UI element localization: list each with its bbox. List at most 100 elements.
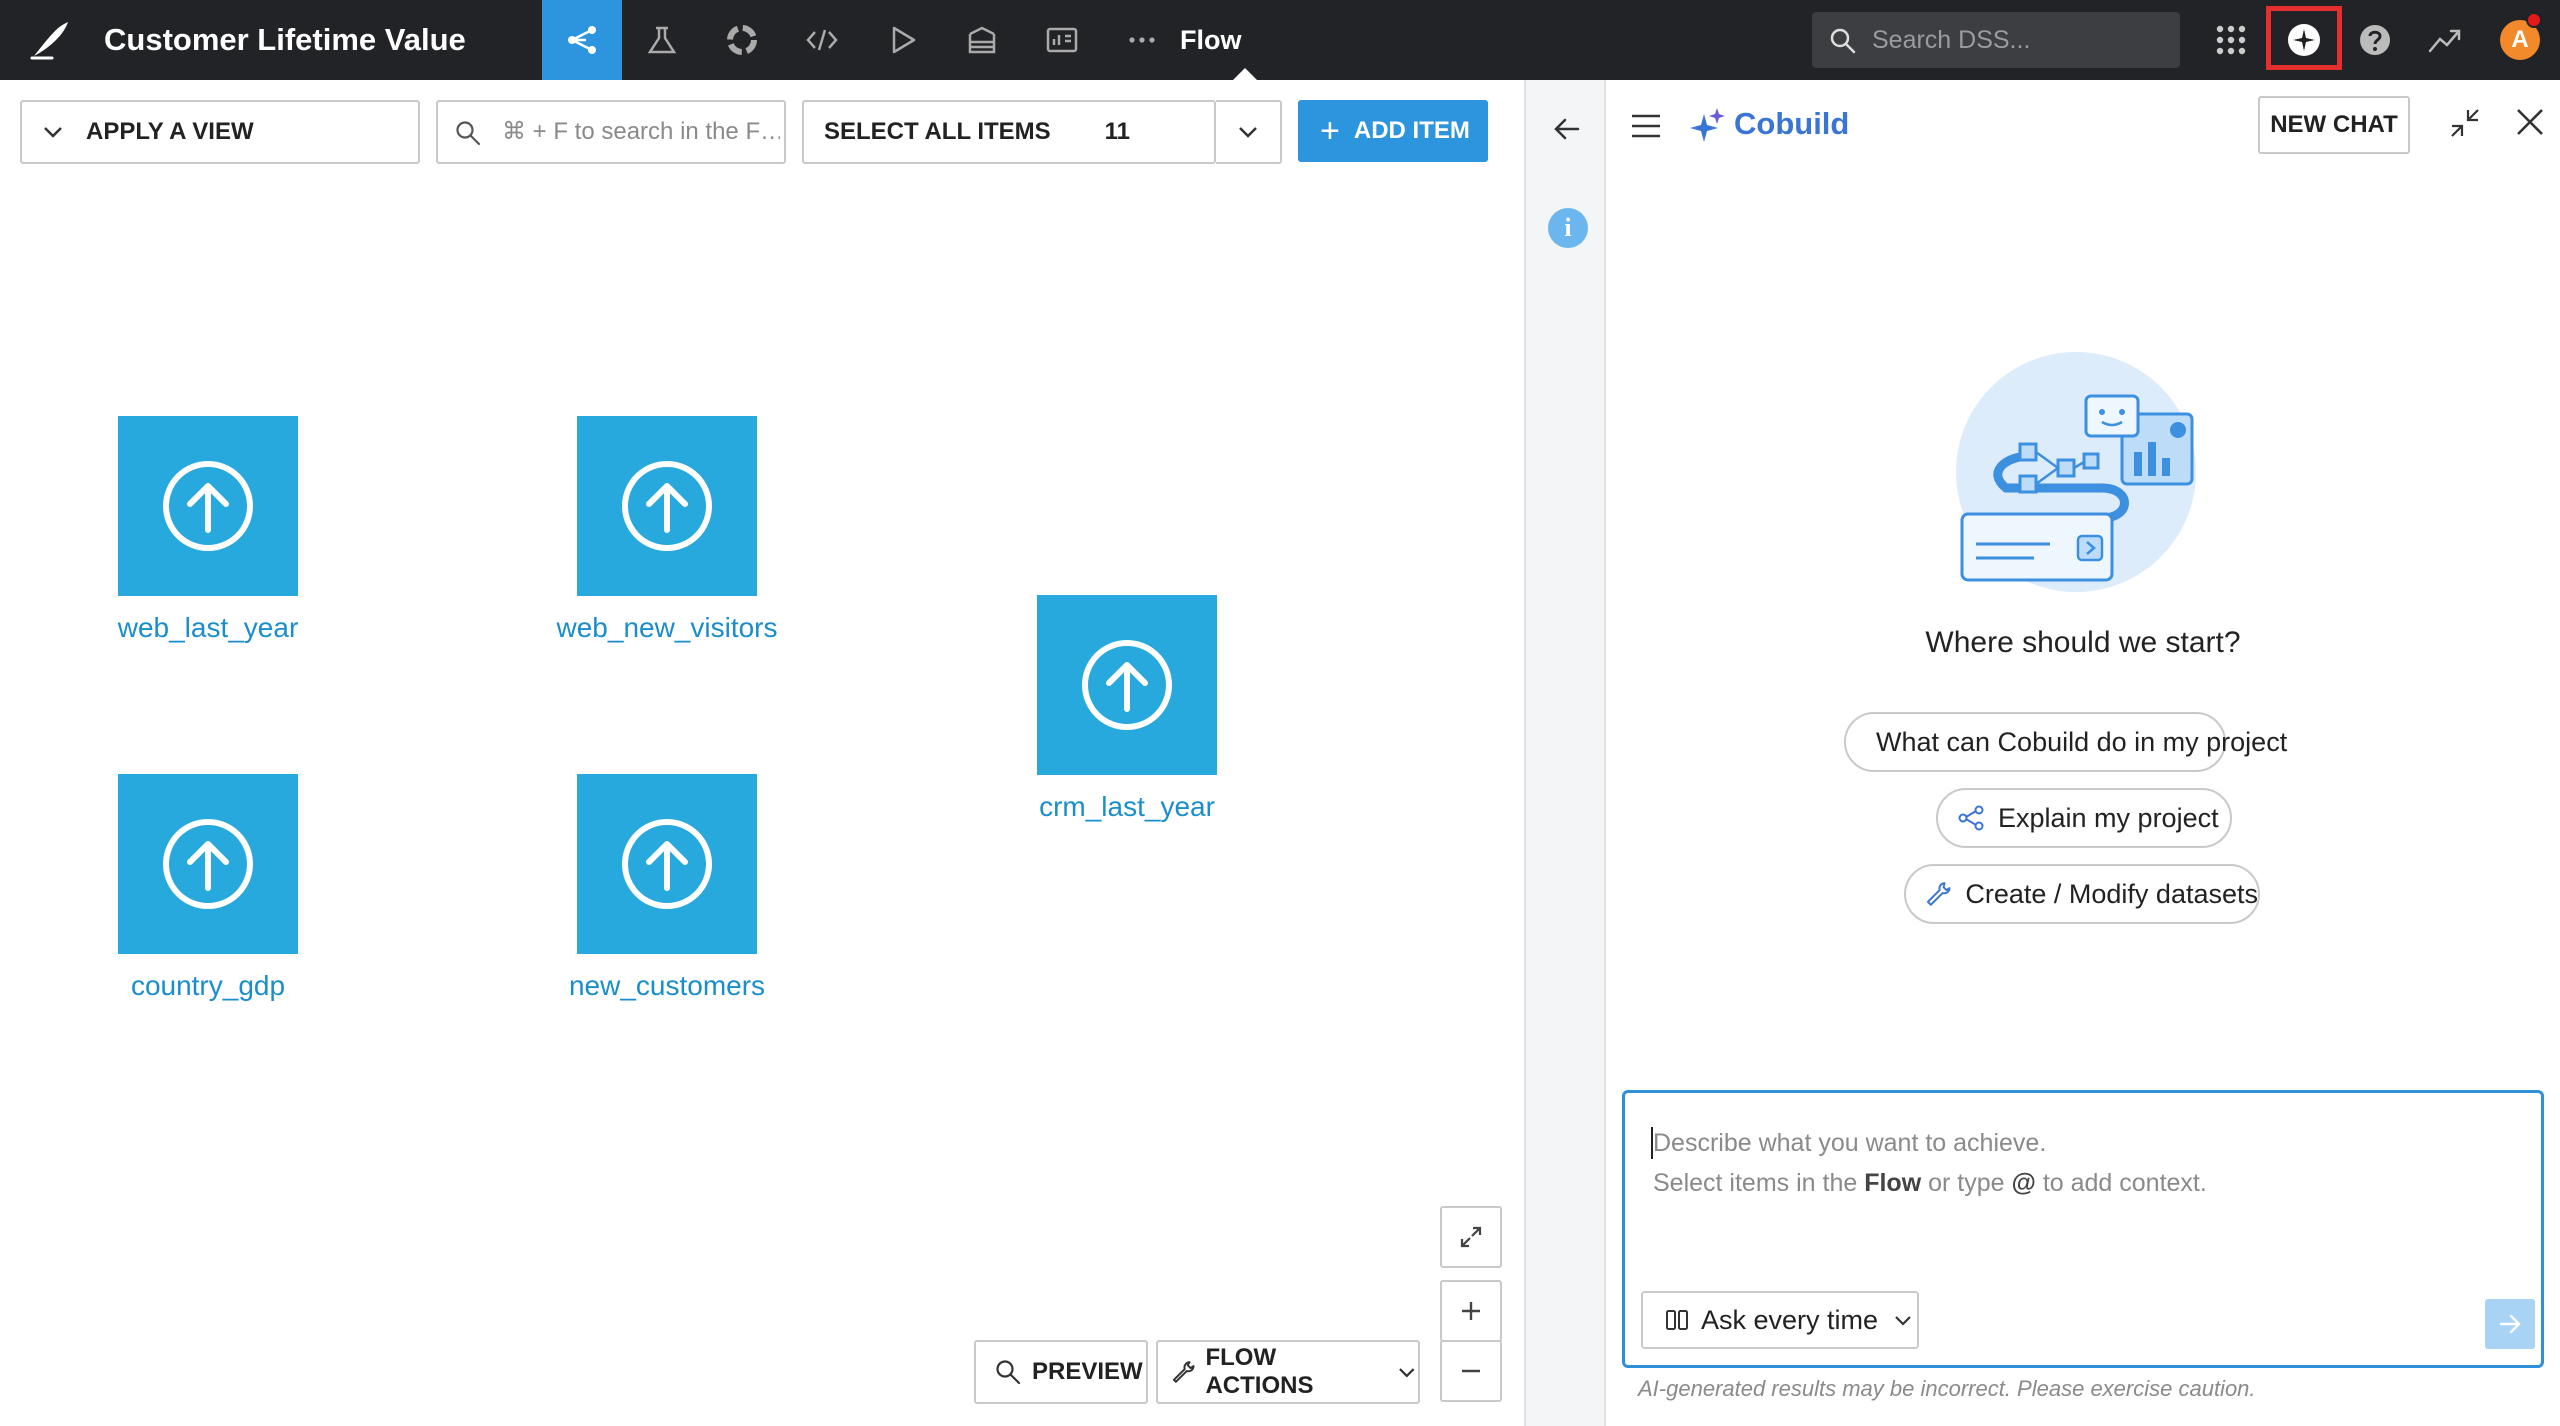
activity-trend-button[interactable] [2410,0,2480,80]
dataset-name[interactable]: crm_last_year [997,791,1257,823]
dataset-tile[interactable] [118,416,298,596]
notification-badge [2526,12,2542,28]
apps-grid-button[interactable] [2196,0,2266,80]
suggestion-explain-my-project[interactable]: Explain my project [1936,788,2232,848]
new-chat-button[interactable]: NEW CHAT [2258,96,2410,154]
fit-to-screen-button[interactable] [1440,1206,1502,1268]
apps-grid-icon [2216,25,2246,55]
plus-icon [1462,1302,1480,1320]
global-search-input[interactable] [1872,12,2162,68]
flow-search-input[interactable] [502,102,780,162]
dataset-node[interactable]: new_customers [537,774,797,1002]
stack-books-icon [968,26,996,54]
expand-arrows-icon [1460,1226,1482,1248]
dataset-node[interactable]: country_gdp [78,774,338,1002]
composer-text-bold: Flow [1864,1169,1922,1197]
cobuild-sparkle-icon [1690,108,1725,142]
trend-arrow-icon [2428,29,2461,53]
add-item-button[interactable]: + ADD ITEM [1298,100,1488,162]
hamburger-menu-icon[interactable] [1628,110,1664,142]
nav-models-icon-button[interactable] [702,0,782,80]
dashboard-icon [1046,27,1078,53]
cobuild-title: Cobuild [1734,106,1850,141]
dataset-node[interactable]: web_new_visitors [537,416,797,644]
upload-arrow-icon [622,461,712,551]
suggestion-what-can-cobuild-do[interactable]: What can Cobuild do in my project [1844,712,2287,772]
zoom-in-button[interactable] [1440,1280,1502,1342]
info-icon[interactable]: i [1548,208,1588,248]
mode-label: Ask every time [1701,1304,1879,1335]
plus-icon: + [1320,112,1340,150]
suggestion-create-modify-datasets[interactable]: Create / Modify datasets [1904,864,2260,924]
chat-composer[interactable]: Describe what you want to achieve. Selec… [1622,1090,2544,1368]
help-question-icon [2360,25,2390,55]
wrench-icon [1926,882,1951,906]
chevron-down-icon [44,127,62,138]
dataset-tile[interactable] [577,416,757,596]
dataset-name[interactable]: new_customers [537,970,797,1002]
chevron-down-icon [1399,1368,1415,1378]
suggestion-label: Explain my project [1998,802,2219,833]
cobuild-illustration [1956,352,2196,592]
lab-flask-icon [647,26,677,54]
search-icon [996,1360,1021,1385]
dataset-tile[interactable] [118,774,298,954]
dataset-node[interactable]: crm_last_year [997,595,1257,823]
dataiku-bird-logo-icon[interactable] [26,16,74,64]
chevron-down-icon [1239,127,1257,138]
wrench-icon [1172,1361,1195,1383]
back-arrow-icon[interactable] [1550,112,1584,146]
flow-search[interactable] [436,100,786,164]
nav-wiki-icon-button[interactable] [942,0,1022,80]
flow-actions-button[interactable]: FLOW ACTIONS [1156,1340,1420,1404]
code-brackets-icon [806,29,838,51]
highlight-box [2266,6,2342,70]
upload-arrow-icon [622,819,712,909]
zoom-out-button[interactable] [1440,1340,1502,1402]
nav-more-icon-button[interactable] [1102,0,1182,80]
send-button[interactable] [2485,1299,2535,1349]
help-button[interactable] [2340,0,2410,80]
dataset-tile[interactable] [577,774,757,954]
item-count: 11 [1104,118,1130,145]
flow-graph-icon [1958,805,1984,831]
dataset-name[interactable]: country_gdp [78,970,338,1002]
global-search[interactable] [1812,12,2180,68]
dataset-name[interactable]: web_new_visitors [537,612,797,644]
mode-selector-button[interactable]: Ask every time [1641,1291,1919,1349]
project-title[interactable]: Customer Lifetime Value [104,0,466,80]
ai-disclaimer: AI-generated results may be incorrect. P… [1638,1376,2256,1401]
arrow-right-icon [2499,1314,2521,1334]
nav-code-icon-button[interactable] [782,0,862,80]
nav-lab-icon-button[interactable] [622,0,702,80]
preview-label: PREVIEW [1032,1358,1143,1385]
select-all-items-button[interactable]: SELECT ALL ITEMS 11 [802,100,1216,164]
composer-placeholder-line1: Describe what you want to achieve. [1653,1129,2047,1157]
dataset-name[interactable]: web_last_year [78,612,338,644]
cobuild-panel: Cobuild NEW CHAT Where should we start? … [1606,80,2560,1426]
select-items-dropdown-toggle[interactable] [1216,100,1282,164]
preview-button[interactable]: PREVIEW [974,1340,1148,1404]
columns-icon [1666,1310,1688,1330]
collapse-arrows-icon[interactable] [2448,106,2482,140]
current-section-caret [1233,68,1257,80]
close-icon[interactable] [2512,104,2548,140]
nav-run-icon-button[interactable] [862,0,942,80]
apply-view-button[interactable]: APPLY A VIEW [20,100,420,164]
dataset-node[interactable]: web_last_year [78,416,338,644]
composer-placeholder-line2: Select items in the Flow or type @ to ad… [1653,1169,2207,1198]
add-item-label: ADD ITEM [1353,117,1470,144]
top-navigation-bar: Customer Lifetime Value Flow Search DSS.… [0,0,2560,80]
composer-text-bold: @ [2011,1169,2036,1197]
composer-text: to add context. [2035,1169,2207,1197]
chevron-down-icon [1895,1316,1911,1326]
upload-arrow-icon [163,461,253,551]
search-icon [1830,28,1856,54]
nav-dashboard-icon-button[interactable] [1022,0,1102,80]
play-icon [892,26,916,54]
nav-flow-icon-button[interactable] [542,0,622,80]
suggestion-label: What can Cobuild do in my project [1876,726,2288,757]
dataset-tile[interactable] [1037,595,1217,775]
upload-arrow-icon [1082,640,1172,730]
search-icon [456,121,481,146]
